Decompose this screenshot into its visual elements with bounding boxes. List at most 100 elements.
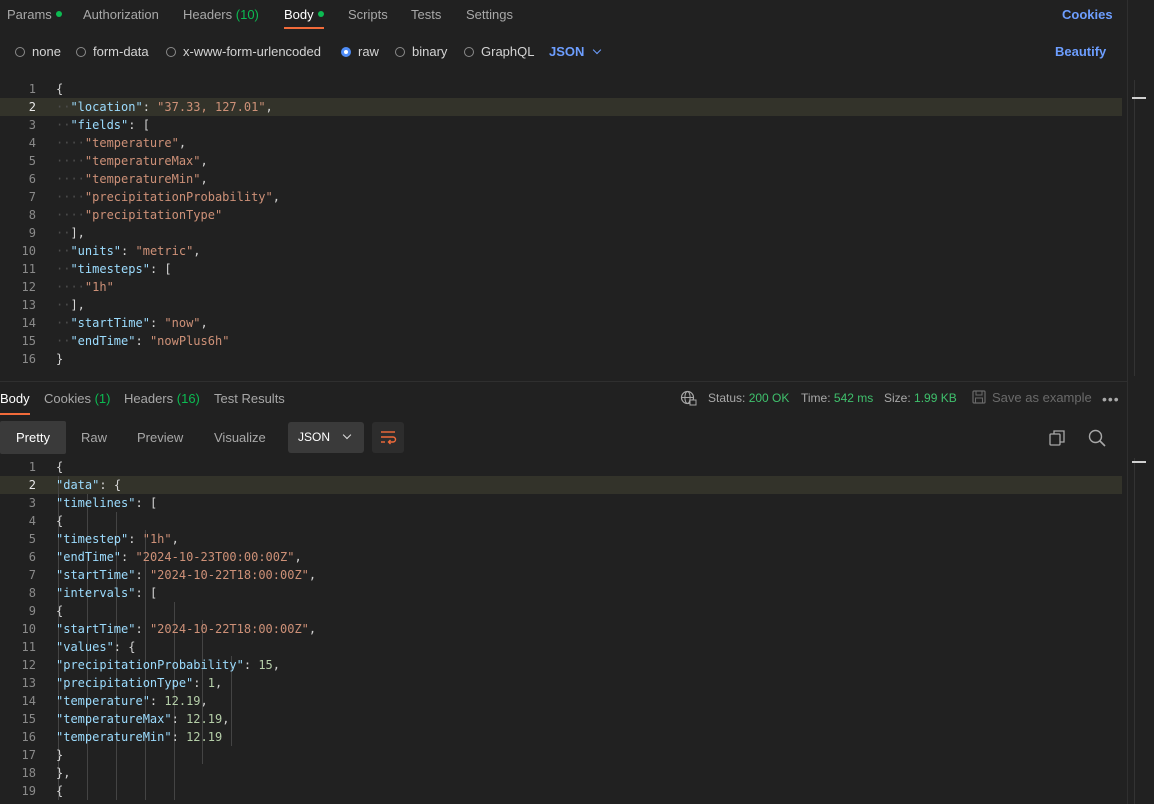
- code-line: 13 ··],: [0, 296, 1122, 314]
- tab-label: Params: [7, 7, 52, 22]
- response-tab-cookies[interactable]: Cookies (1): [44, 391, 110, 406]
- status-readout[interactable]: Status: 200 OK: [708, 391, 789, 405]
- indent-guide: [115, 512, 117, 530]
- indent-guide: [144, 602, 146, 620]
- view-tab-visualize[interactable]: Visualize: [198, 421, 282, 454]
- tab-settings[interactable]: Settings: [466, 7, 513, 22]
- code-text: "temperatureMax": 12.19,: [56, 712, 230, 726]
- code-text: ··"units": "metric",: [56, 244, 201, 258]
- view-tab-pretty[interactable]: Pretty: [0, 421, 66, 454]
- indent-guide: [144, 782, 146, 800]
- indent-guide: [86, 602, 88, 620]
- tab-label: Headers: [183, 7, 233, 22]
- tab-label: Scripts: [348, 7, 388, 22]
- line-number: 18: [21, 766, 36, 780]
- indent-guide: [173, 638, 175, 656]
- radio-graphql[interactable]: GraphQL: [464, 44, 534, 59]
- radio-circle: [76, 47, 86, 57]
- response-tab-test-results[interactable]: Test Results: [214, 391, 285, 406]
- line-number: 10: [21, 244, 36, 258]
- tab-tests[interactable]: Tests: [411, 7, 441, 22]
- code-line: 15 "temperatureMax": 12.19,: [0, 710, 1122, 728]
- tab-count: (1): [94, 391, 111, 406]
- radio-none[interactable]: none: [15, 44, 61, 59]
- view-tab-raw[interactable]: Raw: [65, 421, 123, 454]
- tab-body[interactable]: Body: [284, 7, 324, 29]
- body-language-dropdown[interactable]: JSON: [549, 44, 602, 59]
- code-text: "precipitationProbability": 15,: [56, 658, 280, 672]
- copy-icon[interactable]: [1046, 427, 1068, 449]
- code-line: 12 ····"1h": [0, 278, 1122, 296]
- radio-label: form-data: [93, 44, 149, 59]
- radio-label: raw: [358, 44, 379, 59]
- code-text: ··"timesteps": [: [56, 262, 172, 276]
- wrap-lines-button[interactable]: [372, 422, 404, 453]
- line-number: 1: [28, 82, 36, 96]
- line-number: 8: [28, 208, 36, 222]
- response-format-dropdown[interactable]: JSON: [288, 422, 364, 453]
- line-number: 5: [28, 154, 36, 168]
- radio-form-data[interactable]: form-data: [76, 44, 149, 59]
- save-icon: [972, 390, 986, 404]
- radio-raw[interactable]: raw: [341, 44, 379, 59]
- code-text: ··],: [56, 298, 85, 312]
- response-tab-body[interactable]: Body: [0, 391, 30, 415]
- tab-authorization[interactable]: Authorization: [83, 7, 159, 22]
- chevron-down-icon: [593, 45, 602, 55]
- radio-x-www-form-urlencoded[interactable]: x-www-form-urlencoded: [166, 44, 321, 59]
- code-text: ····"precipitationProbability",: [56, 190, 280, 204]
- code-text: },: [56, 766, 71, 780]
- save-as-example-button[interactable]: Save as example: [972, 390, 1092, 405]
- request-tabs: Params Authorization Headers (10) Body S…: [0, 0, 1127, 30]
- search-icon[interactable]: [1086, 427, 1108, 449]
- response-body-viewer[interactable]: 1{2 "data": {3 "timelines": [4{5 "timestep"…: [0, 458, 1122, 804]
- tab-count: (10): [235, 7, 259, 22]
- code-line: 17}: [0, 746, 1122, 764]
- code-line: 4 ····"temperature",: [0, 134, 1122, 152]
- line-number: 17: [21, 748, 36, 762]
- tab-headers[interactable]: Headers (10): [183, 7, 259, 22]
- line-number: 12: [21, 280, 36, 294]
- indent-guide: [115, 602, 117, 620]
- response-viewer-scrollbar[interactable]: [1132, 458, 1149, 804]
- response-tab-headers[interactable]: Headers (16): [124, 391, 200, 406]
- code-line: 6 ····"temperatureMin",: [0, 170, 1122, 188]
- line-number: 16: [21, 352, 36, 366]
- code-line: 18},: [0, 764, 1122, 782]
- time-readout[interactable]: Time: 542 ms: [801, 391, 873, 405]
- tab-scripts[interactable]: Scripts: [348, 7, 388, 22]
- code-text: ····"1h": [56, 280, 114, 294]
- scroll-position-marker: [1132, 97, 1146, 99]
- code-text: "intervals": [: [56, 586, 158, 600]
- code-line: 7 "startTime": "2024-10-22T18:00:00Z",: [0, 566, 1122, 584]
- line-number: 14: [21, 316, 36, 330]
- active-indicator-dot: [55, 11, 62, 17]
- tab-params[interactable]: Params: [7, 7, 62, 22]
- request-editor-scrollbar[interactable]: [1132, 80, 1149, 376]
- code-text: "values": {: [56, 640, 136, 654]
- code-line: 8 ····"precipitationType": [0, 206, 1122, 224]
- line-number: 14: [21, 694, 36, 708]
- indent-guide: [173, 764, 175, 782]
- beautify-button[interactable]: Beautify: [1055, 44, 1106, 59]
- code-text: {: [56, 784, 64, 798]
- indent-guide: [231, 728, 233, 746]
- code-line: 11 ··"timesteps": [: [0, 260, 1122, 278]
- line-number: 9: [28, 604, 36, 618]
- indent-guide: [144, 638, 146, 656]
- cookies-link[interactable]: Cookies: [1062, 7, 1113, 22]
- time-label: Time:: [801, 391, 831, 405]
- radio-binary[interactable]: binary: [395, 44, 447, 59]
- globe-network-icon[interactable]: [680, 390, 697, 407]
- view-tab-preview[interactable]: Preview: [121, 421, 199, 454]
- request-body-editor[interactable]: 1{2 ··"location": "37.33, 127.01", 3 ··"fie…: [0, 80, 1122, 376]
- panel-divider: [1127, 0, 1128, 804]
- code-line: 2 ··"location": "37.33, 127.01",: [0, 98, 1122, 116]
- tab-label: Body: [284, 7, 314, 22]
- size-readout[interactable]: Size: 1.99 KB: [884, 391, 957, 405]
- code-line: 19 {: [0, 782, 1122, 800]
- response-header-bar: Body Cookies (1) Headers (16) Test Resul…: [0, 381, 1127, 416]
- indent-guide: [202, 638, 204, 656]
- more-options-icon[interactable]: •••: [1102, 391, 1120, 407]
- time-value: 542 ms: [833, 391, 874, 405]
